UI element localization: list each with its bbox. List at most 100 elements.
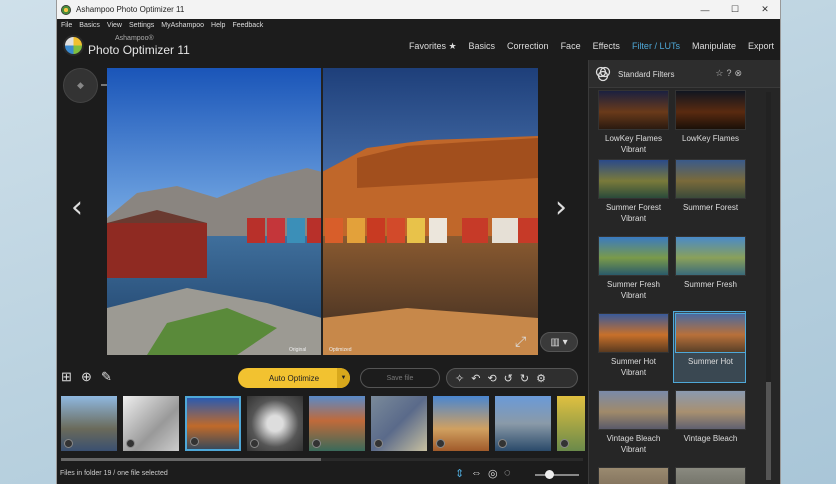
filter-item[interactable]: Summer Hot Vibrant: [598, 313, 669, 378]
thumbnail[interactable]: [247, 396, 303, 451]
menu-help[interactable]: Help: [211, 22, 225, 29]
filter-item[interactable]: LowKey Flames: [675, 90, 746, 144]
select-all-icon[interactable]: ◎: [488, 467, 498, 480]
thumbnail-select-icon[interactable]: [126, 439, 135, 448]
auto-optimize-dropdown-icon[interactable]: ▼: [337, 368, 350, 388]
thumbnail[interactable]: [61, 396, 117, 451]
thumbnail-selected[interactable]: [185, 396, 241, 451]
filter-panel-header: Standard Filters ☆?⊗: [589, 60, 780, 88]
tab-effects[interactable]: Effects: [593, 41, 620, 52]
filter-item-selected[interactable]: Summer Hot: [675, 313, 746, 367]
thumbnail-select-icon[interactable]: [560, 439, 569, 448]
menu-feedback[interactable]: Feedback: [232, 22, 263, 29]
scrollbar-thumb[interactable]: [766, 382, 771, 480]
thumbnail[interactable]: [557, 396, 585, 451]
add-file-icon[interactable]: ⊕: [81, 369, 92, 385]
tab-favorites[interactable]: Favorites ★: [409, 41, 457, 52]
tab-filter-luts[interactable]: Filter / LUTs: [632, 41, 680, 52]
menu-bar: File Basics View Settings MyAshampoo Hel…: [57, 19, 780, 32]
window-title: Ashampoo Photo Optimizer 11: [76, 5, 185, 14]
filter-label: Summer Fresh: [684, 280, 737, 289]
vertical-sort-icon[interactable]: ⇕: [455, 467, 464, 480]
filter-item[interactable]: [598, 467, 669, 484]
thumbnail-select-icon[interactable]: [190, 437, 199, 446]
tab-face[interactable]: Face: [561, 41, 581, 52]
status-bar: Files in folder 19 / one file selected ⇕…: [57, 464, 588, 484]
filter-preview: [675, 90, 746, 130]
rotate-right-icon[interactable]: ↻: [520, 372, 529, 385]
scrollbar-thumb[interactable]: [61, 458, 321, 461]
brand-bar: Ashampoo® Photo Optimizer 11 Favorites ★…: [57, 32, 780, 60]
brush-icon[interactable]: ✎: [101, 369, 112, 385]
menu-view[interactable]: View: [107, 22, 122, 29]
thumbnail-select-icon[interactable]: [436, 439, 445, 448]
filter-label: Vintage Bleach: [683, 434, 738, 443]
next-image-arrow-icon[interactable]: ›: [555, 190, 567, 225]
menu-file[interactable]: File: [61, 22, 72, 29]
thumbnail-scrollbar[interactable]: [61, 458, 583, 461]
favorite-star-icon[interactable]: ☆: [715, 68, 726, 78]
menu-myashampoo[interactable]: MyAshampoo: [161, 22, 204, 29]
edit-tools-group: ✧ ↶ ⟲ ↺ ↻ ⚙: [446, 368, 578, 388]
filter-item[interactable]: [675, 467, 746, 484]
thumbnail-select-icon[interactable]: [312, 439, 321, 448]
thumbnail-select-icon[interactable]: [374, 439, 383, 448]
thumbnail[interactable]: [433, 396, 489, 451]
thumbnail[interactable]: [371, 396, 427, 451]
label-original: Original: [289, 347, 307, 353]
preview-image[interactable]: Original Optimized: [107, 68, 538, 355]
undo-all-icon[interactable]: ⟲: [487, 372, 496, 385]
tab-manipulate[interactable]: Manipulate: [692, 41, 736, 52]
filter-item[interactable]: Summer Forest: [675, 159, 746, 213]
close-button[interactable]: ✕: [750, 0, 780, 19]
thumbnail-strip: [57, 392, 588, 456]
filter-item[interactable]: Summer Forest Vibrant: [598, 159, 669, 224]
magic-wand-icon[interactable]: ✧: [455, 372, 464, 385]
thumbnail-select-icon[interactable]: [498, 439, 507, 448]
tab-correction[interactable]: Correction: [507, 41, 549, 52]
filter-item[interactable]: Summer Fresh Vibrant: [598, 236, 669, 301]
rotate-left-icon[interactable]: ↺: [504, 372, 513, 385]
filter-panel-scrollbar[interactable]: [766, 92, 771, 480]
panel-actions: ☆?⊗: [715, 68, 745, 79]
label-optimized: Optimized: [329, 347, 352, 353]
menu-settings[interactable]: Settings: [129, 22, 154, 29]
thumbnail-size-slider[interactable]: [535, 474, 579, 476]
undo-icon[interactable]: ↶: [471, 372, 480, 385]
app-icon: [61, 4, 71, 15]
filter-label: Summer Forest: [682, 203, 739, 212]
thumbnail-size-handle[interactable]: [545, 470, 555, 479]
close-panel-icon[interactable]: ⊗: [734, 68, 745, 78]
fullscreen-expand-icon[interactable]: ⤢: [515, 333, 526, 350]
add-folder-icon[interactable]: ⊞: [61, 369, 72, 385]
filter-item[interactable]: Vintage Bleach Vibrant: [598, 390, 669, 455]
minimize-button[interactable]: —: [690, 0, 720, 19]
thumbnail-select-icon[interactable]: [64, 439, 73, 448]
image-viewer: ◆ Original Optimized ‹ › ⤢ ▥ ▾: [57, 60, 588, 366]
settings-gear-icon[interactable]: ⚙: [536, 372, 546, 385]
menu-basics[interactable]: Basics: [79, 22, 100, 29]
filter-label: Summer Forest Vibrant: [605, 203, 662, 223]
compare-view-button[interactable]: ▥ ▾: [540, 332, 578, 352]
thumbnail[interactable]: [123, 396, 179, 451]
filter-preview: [675, 159, 746, 199]
brand-company: Ashampoo®: [115, 35, 154, 42]
panel-title: Standard Filters: [618, 70, 675, 79]
filter-item[interactable]: Vintage Bleach: [675, 390, 746, 444]
select-none-icon[interactable]: ◌: [504, 467, 511, 479]
save-file-button[interactable]: Save file: [360, 368, 440, 388]
tab-export[interactable]: Export: [748, 41, 774, 52]
filter-panel: Standard Filters ☆?⊗ LowKey Flames Vibra…: [588, 60, 780, 484]
thumbnail[interactable]: [309, 396, 365, 451]
auto-optimize-button[interactable]: Auto Optimize ▼: [238, 368, 350, 388]
filter-item[interactable]: Summer Fresh: [675, 236, 746, 290]
filter-item[interactable]: LowKey Flames Vibrant: [598, 90, 669, 155]
horizontal-arrows-icon[interactable]: ⇔: [471, 467, 482, 479]
pan-navigator-icon[interactable]: ◆: [63, 68, 98, 103]
previous-image-arrow-icon[interactable]: ‹: [71, 190, 83, 225]
thumbnail-select-icon[interactable]: [250, 439, 259, 448]
maximize-button[interactable]: ☐: [720, 0, 750, 19]
tab-basics[interactable]: Basics: [469, 41, 496, 52]
thumbnail[interactable]: [495, 396, 551, 451]
compare-split-line[interactable]: [321, 68, 323, 355]
